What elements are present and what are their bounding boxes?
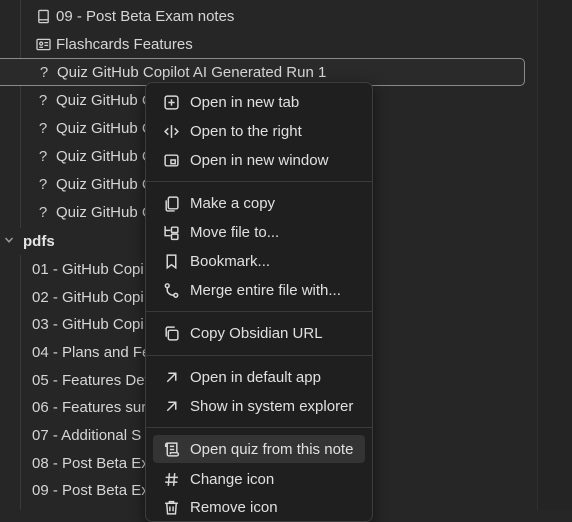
menu-item-copy-url[interactable]: Copy Obsidian URL: [153, 319, 365, 347]
menu-separator: [146, 181, 372, 182]
menu-item-label: Remove icon: [190, 498, 278, 516]
file-item[interactable]: 09 - Post Beta Ex: [32, 476, 149, 504]
file-label: 02 - GitHub Copi: [32, 288, 144, 306]
file-item[interactable]: 02 - GitHub Copi: [32, 283, 144, 311]
tree-item-label: Quiz GitHub Copilot AI Generated Run 1: [57, 63, 327, 81]
tree-item[interactable]: ? Quiz GitHub C: [34, 170, 153, 198]
indent-guide: [20, 255, 21, 510]
bookmark-icon: [162, 252, 180, 270]
menu-item-open-new-tab[interactable]: Open in new tab: [153, 88, 365, 116]
file-label: 01 - GitHub Copi: [32, 260, 144, 278]
new-window-icon: [162, 151, 180, 169]
indent-guide: [20, 0, 21, 228]
split-right-icon: [162, 122, 180, 140]
menu-item-bookmark[interactable]: Bookmark...: [153, 247, 365, 275]
question-icon: ?: [38, 91, 48, 109]
menu-separator: [146, 427, 372, 428]
file-label: 07 - Additional S: [32, 426, 142, 444]
menu-item-open-default-app[interactable]: Open in default app: [153, 363, 365, 391]
book-icon: [34, 7, 52, 25]
external-arrow-icon: [162, 397, 180, 415]
context-menu: Open in new tab Open to the right Open i…: [145, 82, 373, 522]
trash-icon: [162, 498, 180, 516]
menu-item-show-in-explorer[interactable]: Show in system explorer: [153, 392, 365, 420]
menu-item-label: Bookmark...: [190, 252, 271, 270]
pane-divider: [537, 0, 572, 510]
file-item[interactable]: 06 - Features sur: [32, 393, 146, 421]
tree-item-label: Quiz GitHub C: [56, 175, 153, 193]
menu-item-merge[interactable]: Merge entire file with...: [153, 276, 365, 304]
scroll-icon: [162, 440, 180, 458]
question-icon: ?: [38, 119, 48, 137]
menu-item-make-copy[interactable]: Make a copy: [153, 189, 365, 217]
menu-item-open-right[interactable]: Open to the right: [153, 117, 365, 145]
menu-separator: [146, 355, 372, 356]
file-label: 08 - Post Beta Ex: [32, 454, 149, 472]
tree-item[interactable]: ? Quiz GitHub C: [34, 142, 153, 170]
tree-item[interactable]: 09 - Post Beta Exam notes: [34, 2, 234, 30]
menu-separator: [146, 311, 372, 312]
tree-item-label: Flashcards Features: [56, 35, 193, 53]
tree-item-label: Quiz GitHub C: [56, 119, 153, 137]
file-item[interactable]: 05 - Features Det: [32, 366, 149, 394]
menu-item-label: Copy Obsidian URL: [190, 324, 323, 342]
file-item[interactable]: 01 - GitHub Copi: [32, 255, 144, 283]
hash-icon: [162, 470, 180, 488]
menu-item-label: Change icon: [190, 470, 275, 488]
merge-icon: [162, 281, 180, 299]
folder-label: pdfs: [23, 232, 55, 250]
menu-item-change-icon[interactable]: Change icon: [153, 465, 365, 493]
menu-item-label: Make a copy: [190, 194, 276, 212]
question-icon: ?: [38, 203, 48, 221]
question-icon: ?: [38, 147, 48, 165]
tree-item[interactable]: ? Quiz GitHub C: [34, 198, 153, 226]
file-label: 06 - Features sur: [32, 398, 147, 416]
question-icon: ?: [39, 63, 49, 81]
menu-item-label: Merge entire file with...: [190, 281, 341, 299]
folder-pdfs[interactable]: pdfs: [0, 227, 140, 255]
file-item[interactable]: 04 - Plans and Fe: [32, 338, 150, 366]
file-item[interactable]: 07 - Additional S: [32, 421, 141, 449]
external-arrow-icon: [162, 368, 180, 386]
tree-item-label: Quiz GitHub C: [56, 203, 153, 221]
copy-icon: [162, 194, 180, 212]
move-file-icon: [162, 223, 180, 241]
menu-item-label: Move file to...: [190, 223, 280, 241]
file-label: 05 - Features Det: [32, 371, 149, 389]
menu-item-label: Open in new window: [190, 151, 329, 169]
tree-item[interactable]: Flashcards Features: [34, 30, 193, 58]
menu-item-remove-icon[interactable]: Remove icon: [153, 493, 365, 521]
question-icon: ?: [38, 175, 48, 193]
menu-item-open-new-window[interactable]: Open in new window: [153, 146, 365, 174]
file-label: 03 - GitHub Copi: [32, 315, 144, 333]
tree-item-label: Quiz GitHub C: [56, 91, 153, 109]
link-copy-icon: [162, 324, 180, 342]
menu-item-move-file[interactable]: Move file to...: [153, 218, 365, 246]
tree-item-label: Quiz GitHub C: [56, 147, 153, 165]
file-item[interactable]: 03 - GitHub Copi: [32, 310, 144, 338]
menu-item-label: Open in new tab: [190, 93, 300, 111]
new-tab-icon: [162, 93, 180, 111]
tree-item-label: 09 - Post Beta Exam notes: [56, 7, 235, 25]
file-item[interactable]: 08 - Post Beta Ex: [32, 449, 149, 477]
file-label: 09 - Post Beta Ex: [32, 481, 149, 499]
file-label: 04 - Plans and Fe: [32, 343, 151, 361]
menu-item-label: Open in default app: [190, 368, 321, 386]
id-card-icon: [34, 35, 52, 53]
chevron-down-icon[interactable]: [4, 235, 16, 248]
menu-item-label: Open quiz from this note: [190, 440, 354, 458]
menu-item-label: Open to the right: [190, 122, 302, 140]
menu-item-label: Show in system explorer: [190, 397, 354, 415]
tree-item[interactable]: ? Quiz GitHub C: [34, 114, 153, 142]
menu-item-open-quiz[interactable]: Open quiz from this note: [153, 435, 365, 463]
tree-item[interactable]: ? Quiz GitHub C: [34, 86, 153, 114]
